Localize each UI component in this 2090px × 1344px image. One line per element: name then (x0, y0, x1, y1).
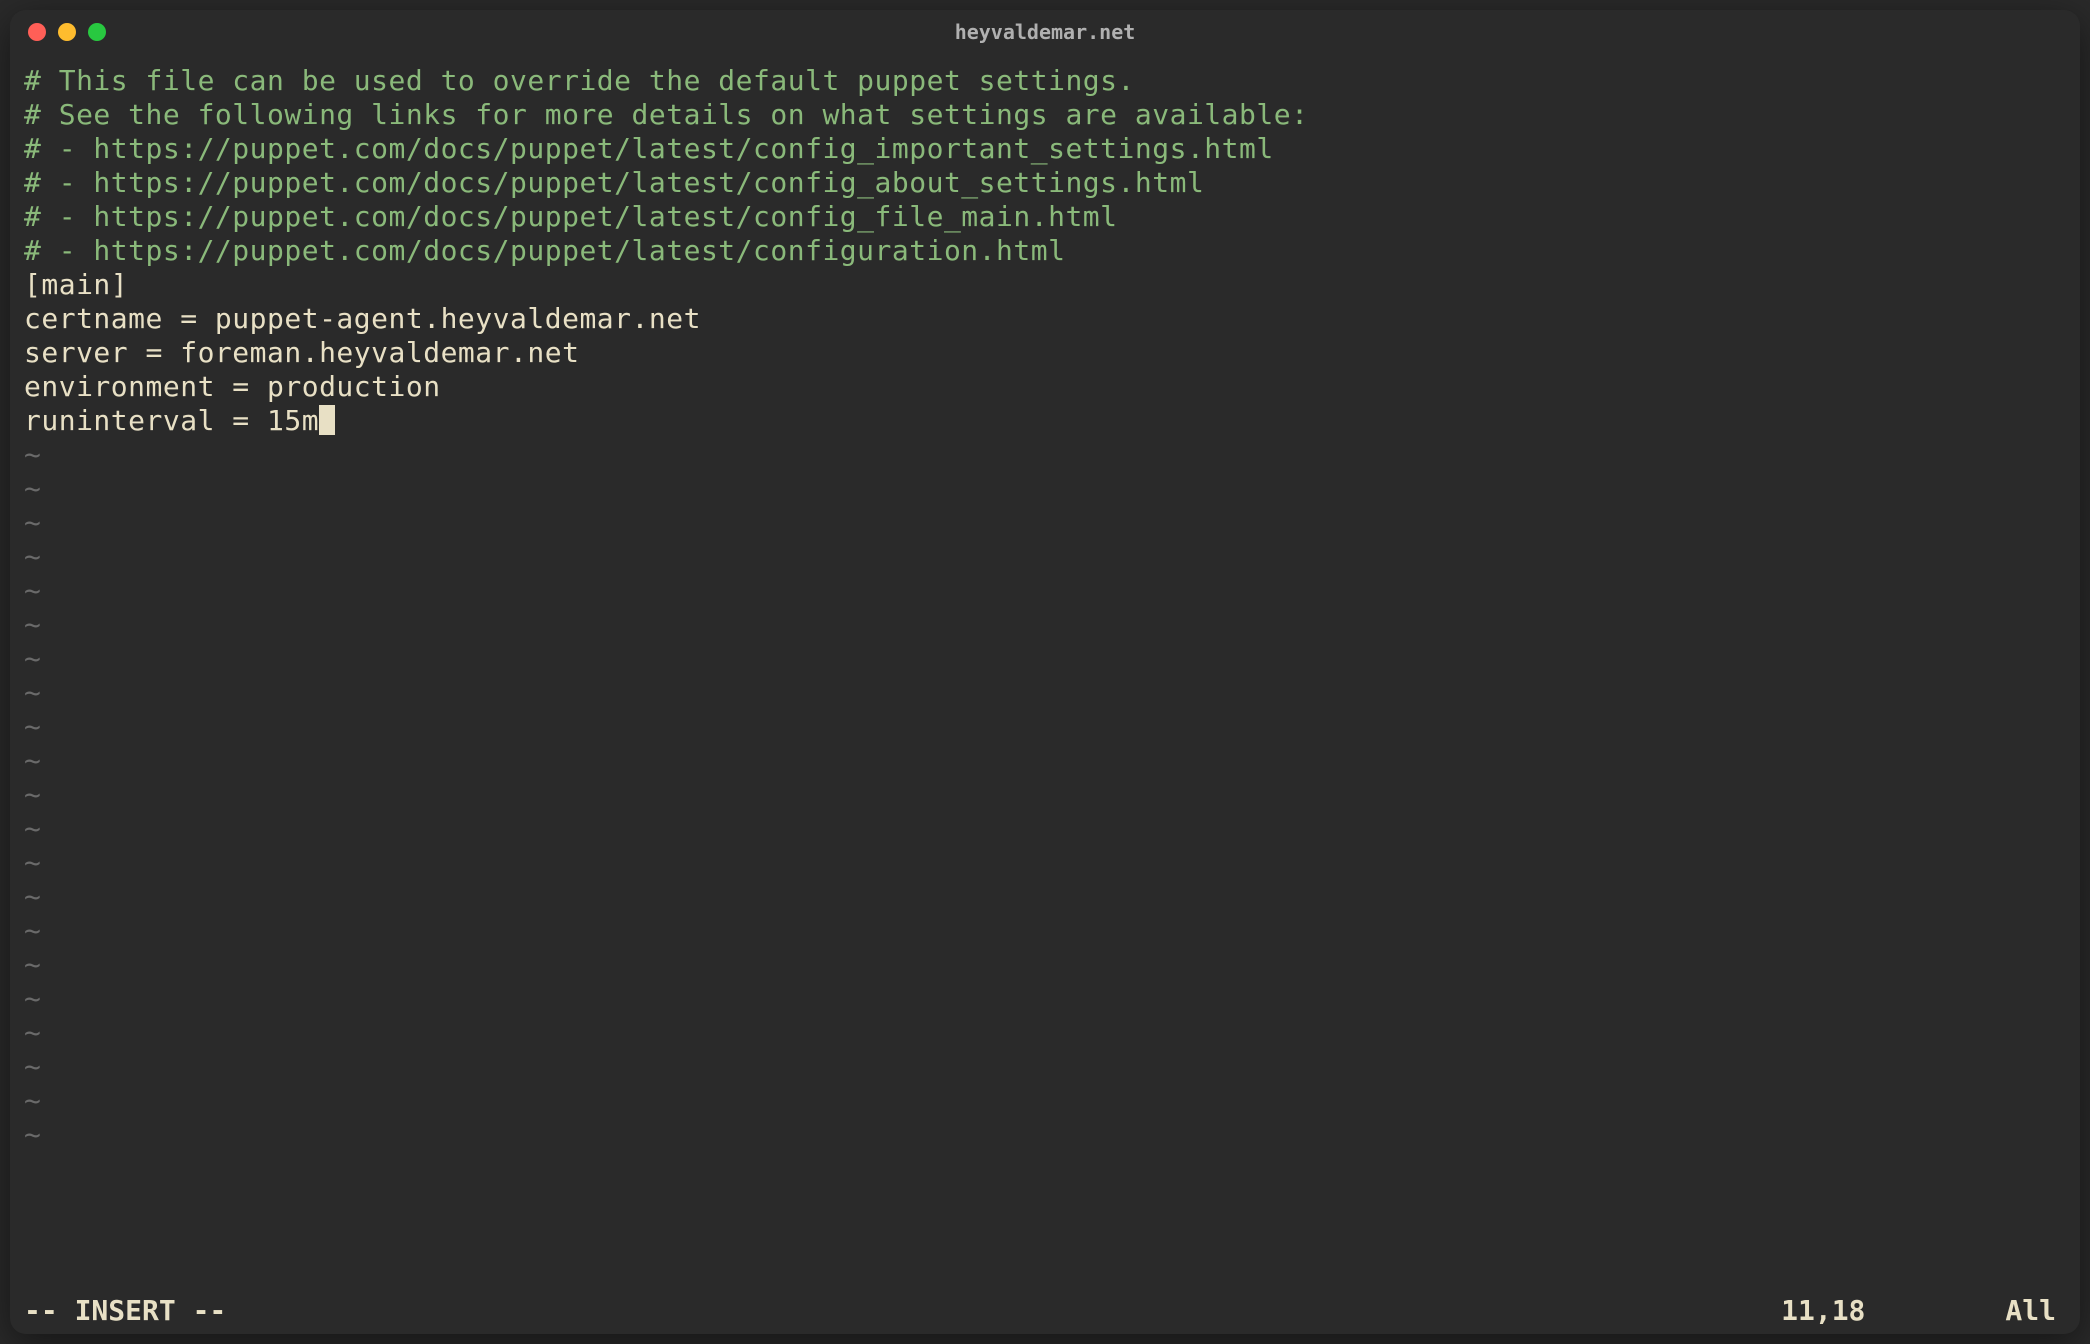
config-line: environment = production (24, 370, 2066, 404)
empty-line-tilde: ~ (24, 574, 2066, 608)
titlebar: heyvaldemar.net (10, 10, 2080, 54)
cursor-position: 11,18 (1781, 1294, 1865, 1328)
empty-line-tilde: ~ (24, 914, 2066, 948)
terminal-body[interactable]: # This file can be used to override the … (10, 54, 2080, 1294)
config-line: server = foreman.heyvaldemar.net (24, 336, 2066, 370)
empty-line-tilde: ~ (24, 1050, 2066, 1084)
empty-line-tilde: ~ (24, 608, 2066, 642)
empty-line-tilde: ~ (24, 438, 2066, 472)
empty-line-tilde: ~ (24, 846, 2066, 880)
empty-line-tilde: ~ (24, 1016, 2066, 1050)
empty-line-tilde: ~ (24, 710, 2066, 744)
window-title: heyvaldemar.net (955, 20, 1136, 44)
statusbar: -- INSERT -- 11,18 All (10, 1294, 2080, 1334)
editor-content[interactable]: # This file can be used to override the … (24, 64, 2066, 1294)
empty-line-tilde: ~ (24, 948, 2066, 982)
terminal-window: heyvaldemar.net # This file can be used … (10, 10, 2080, 1334)
traffic-lights (28, 23, 106, 41)
empty-line-tilde: ~ (24, 982, 2066, 1016)
comment-line: # This file can be used to override the … (24, 64, 2066, 98)
empty-line-tilde: ~ (24, 778, 2066, 812)
comment-line: # - https://puppet.com/docs/puppet/lates… (24, 200, 2066, 234)
empty-line-tilde: ~ (24, 1084, 2066, 1118)
vim-mode: -- INSERT -- (24, 1294, 226, 1328)
minimize-button[interactable] (58, 23, 76, 41)
maximize-button[interactable] (88, 23, 106, 41)
comment-line: # See the following links for more detai… (24, 98, 2066, 132)
empty-line-tilde: ~ (24, 676, 2066, 710)
empty-line-tilde: ~ (24, 472, 2066, 506)
config-line: certname = puppet-agent.heyvaldemar.net (24, 302, 2066, 336)
empty-line-tilde: ~ (24, 540, 2066, 574)
config-line-cursor: runinterval = 15m (24, 404, 2066, 438)
close-button[interactable] (28, 23, 46, 41)
empty-line-tilde: ~ (24, 744, 2066, 778)
view-percent: All (2005, 1294, 2056, 1328)
comment-line: # - https://puppet.com/docs/puppet/lates… (24, 132, 2066, 166)
empty-line-tilde: ~ (24, 880, 2066, 914)
comment-line: # - https://puppet.com/docs/puppet/lates… (24, 166, 2066, 200)
comment-line: # - https://puppet.com/docs/puppet/lates… (24, 234, 2066, 268)
cursor (319, 405, 335, 435)
empty-line-tilde: ~ (24, 1118, 2066, 1152)
empty-line-tilde: ~ (24, 812, 2066, 846)
empty-line-tilde: ~ (24, 642, 2066, 676)
config-line: [main] (24, 268, 2066, 302)
empty-line-tilde: ~ (24, 506, 2066, 540)
